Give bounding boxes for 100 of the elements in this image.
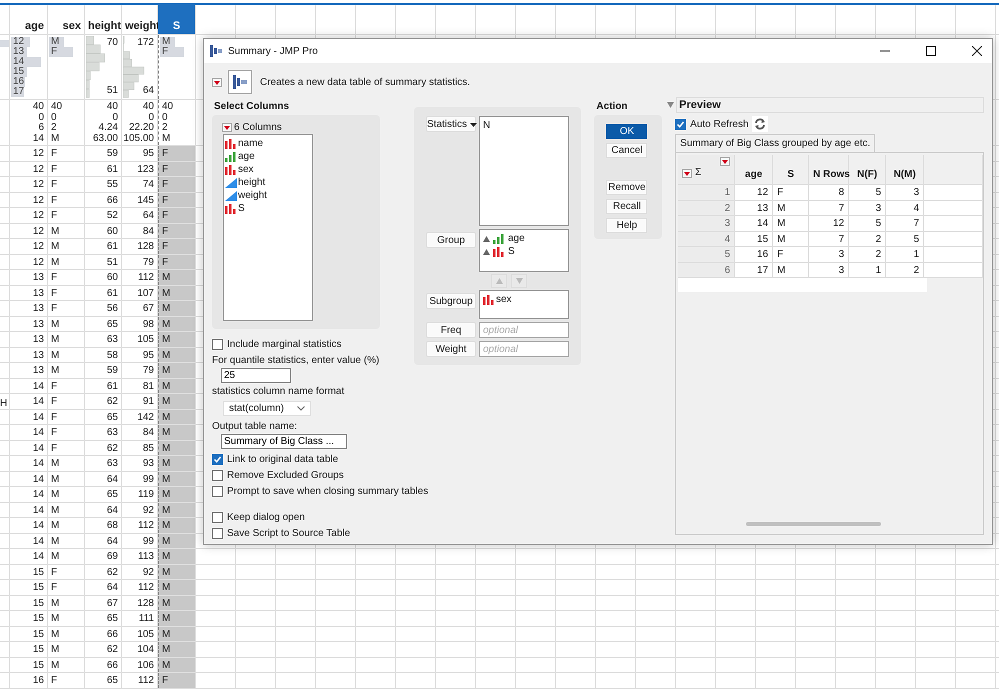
continuous-triangle-icon: [225, 178, 237, 188]
chevron-down-icon[interactable]: [297, 406, 305, 411]
list-item[interactable]: sex: [483, 293, 565, 306]
checkmark-icon[interactable]: [676, 120, 686, 128]
row-number: 3: [678, 216, 736, 232]
table-cell: F: [48, 378, 85, 393]
table-cell: 15: [10, 626, 48, 641]
table-cell: 3: [809, 262, 850, 278]
list-item[interactable]: N: [483, 119, 565, 132]
column-item[interactable]: age: [225, 150, 311, 163]
table-cell: 2: [886, 262, 924, 278]
action-button[interactable]: Remove: [606, 180, 648, 195]
table-cell: 61: [85, 286, 122, 300]
action-button[interactable]: Cancel: [606, 143, 648, 158]
table-cell: 12: [10, 146, 48, 160]
column-item[interactable]: height: [225, 176, 311, 189]
dropdown-menu-icon[interactable]: [682, 169, 692, 178]
list-item[interactable]: age: [483, 232, 565, 245]
table-cell: M: [158, 425, 196, 440]
level-bar: M: [160, 37, 176, 47]
table-cell: M: [48, 224, 85, 238]
checkbox[interactable]: Prompt to save when closing summary tables: [212, 483, 428, 499]
table-cell: 58: [85, 348, 122, 362]
table-cell: M: [158, 286, 196, 300]
column-header[interactable]: height: [85, 5, 122, 34]
maximize-icon[interactable]: [926, 46, 936, 56]
column-header[interactable]: sex: [48, 5, 85, 34]
checkmark-icon[interactable]: [213, 454, 222, 464]
action-button[interactable]: Recall: [606, 199, 648, 214]
column-header[interactable]: age: [10, 5, 48, 34]
table-cell: 1: [886, 247, 924, 262]
table-cell: 63: [85, 456, 122, 470]
stat-value: 0: [162, 112, 169, 123]
table-cell: M: [158, 549, 196, 564]
table-cell: F: [158, 239, 196, 254]
quantile-field[interactable]: 25: [221, 368, 291, 383]
stat-value: 0: [148, 112, 154, 123]
checkbox[interactable]: Auto Refresh: [675, 116, 749, 132]
table-cell: M: [48, 472, 85, 486]
table-cell: M: [158, 472, 196, 486]
level-bar: F: [49, 47, 73, 57]
table-cell: 60: [85, 270, 122, 284]
table-cell: F: [48, 394, 85, 408]
checkbox[interactable]: Include marginal statistics: [212, 336, 342, 352]
dropdown-menu-icon[interactable]: [212, 78, 222, 86]
table-cell: 14: [10, 518, 48, 532]
table-cell: 12: [10, 192, 48, 207]
dropdown-menu-icon[interactable]: [720, 157, 730, 166]
level-bar: 17: [11, 87, 24, 97]
table-cell: 13: [10, 332, 48, 346]
level-bar: 13: [11, 47, 27, 57]
role-button[interactable]: Subgroup: [426, 293, 476, 309]
table-cell: M: [48, 518, 85, 532]
role-button[interactable]: Group: [426, 232, 476, 248]
table-cell: M: [158, 394, 196, 408]
disclosure-icon[interactable]: [667, 102, 674, 108]
list-item[interactable]: S: [483, 245, 565, 258]
action-button[interactable]: OK: [606, 124, 648, 139]
column-header[interactable]: S: [158, 5, 196, 34]
refresh-button[interactable]: [752, 116, 768, 132]
checkbox[interactable]: Keep dialog open: [212, 509, 350, 525]
stat-value: 22.20: [128, 123, 154, 134]
table-cell: 61: [85, 239, 122, 254]
column-item[interactable]: weight: [225, 189, 311, 202]
table-cell: M: [158, 518, 196, 532]
scrollbar[interactable]: [746, 522, 882, 526]
format-dropdown[interactable]: stat(column): [223, 401, 311, 416]
output-name-field[interactable]: Summary of Big Class ...: [221, 434, 347, 449]
table-cell: 15: [10, 580, 48, 594]
table-cell: M: [48, 596, 85, 610]
summary-app-icon: [210, 45, 222, 57]
column-item[interactable]: sex: [225, 163, 311, 176]
table-cell: M: [158, 534, 196, 548]
summary-tool-icon: [228, 70, 252, 94]
checkbox[interactable]: Remove Excluded Groups: [212, 467, 428, 483]
action-button[interactable]: Help: [606, 218, 648, 233]
stat-value: M: [162, 134, 172, 144]
table-cell: 51: [85, 254, 122, 269]
checkbox[interactable]: Link to original data table: [212, 451, 428, 467]
table-cell: 14: [10, 502, 48, 517]
table-cell: 4: [886, 200, 924, 216]
caret-down-icon[interactable]: [470, 122, 477, 126]
table-cell: 15: [10, 611, 48, 626]
table-cell: 14: [10, 440, 48, 455]
role-menu-button[interactable]: Statistics: [426, 116, 476, 132]
table-cell: F: [48, 673, 85, 688]
table-cell: 12: [10, 177, 48, 192]
column-item[interactable]: S: [225, 202, 311, 215]
role-button[interactable]: Weight: [426, 341, 476, 357]
table-cell: F: [158, 208, 196, 222]
dropdown-menu-icon[interactable]: [222, 123, 232, 132]
table-cell: 5: [886, 232, 924, 247]
table-cell: 2: [849, 247, 886, 262]
table-cell: 16: [10, 673, 48, 688]
close-icon[interactable]: [972, 46, 982, 56]
checkbox[interactable]: Save Script to Source Table: [212, 525, 350, 541]
role-button[interactable]: Freq: [426, 322, 476, 338]
column-item[interactable]: name: [225, 137, 311, 150]
optional-field[interactable]: optional: [479, 322, 569, 338]
optional-field[interactable]: optional: [479, 341, 569, 357]
